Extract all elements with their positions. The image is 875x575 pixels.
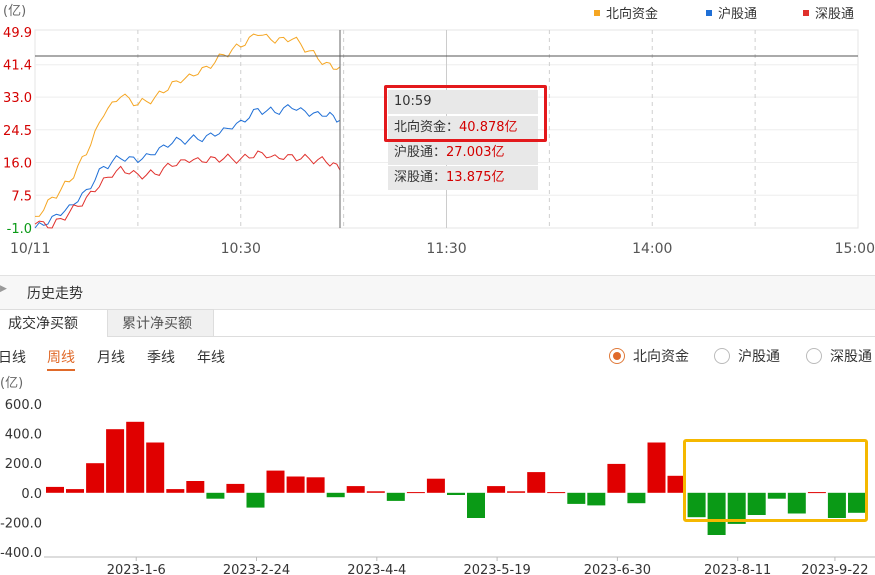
series-line-northbound xyxy=(34,33,341,217)
bar[interactable] xyxy=(507,491,526,493)
y-tick-label: -1.0 xyxy=(7,222,32,237)
bar[interactable] xyxy=(607,463,626,493)
period-weekly[interactable]: 周线 xyxy=(47,347,75,371)
radio-label: 北向资金 xyxy=(633,349,689,365)
bar[interactable] xyxy=(386,492,405,501)
period-daily[interactable]: 日线 xyxy=(0,347,26,367)
legend-label: 北向资金 xyxy=(606,7,659,22)
bar[interactable] xyxy=(567,492,586,504)
bar-y-tick-label: -200.0 xyxy=(0,516,42,531)
bar-x-tick-label: 2023-6-30 xyxy=(584,563,651,575)
bar[interactable] xyxy=(326,492,345,498)
radio-selected-icon xyxy=(609,348,625,364)
bar-y-tick-label: -400.0 xyxy=(0,546,42,561)
y-tick-label: 16.0 xyxy=(3,157,32,172)
collapse-arrow-icon[interactable]: ▶ xyxy=(0,284,7,294)
bar[interactable] xyxy=(66,489,84,493)
radio-icon xyxy=(806,348,822,364)
highlight-box-red xyxy=(384,85,547,142)
legend-northbound[interactable]: 北向资金 xyxy=(594,3,658,22)
bar-y-tick-label: 600.0 xyxy=(5,398,42,413)
tooltip-row-shanghai: 沪股通：27.003亿 xyxy=(388,141,538,165)
bar[interactable] xyxy=(426,478,445,493)
bar-x-tick-label: 2023-5-19 xyxy=(463,563,530,575)
legend-label: 深股通 xyxy=(815,7,855,22)
radio-shenzhen[interactable]: 深股通 xyxy=(806,346,872,366)
x-tick-label: 10/11 xyxy=(10,241,50,257)
legend-swatch-icon xyxy=(594,9,600,16)
y-tick-label: 33.0 xyxy=(3,91,32,106)
radio-shanghai[interactable]: 沪股通 xyxy=(714,346,780,366)
bar[interactable] xyxy=(467,492,485,518)
bar[interactable] xyxy=(647,442,666,493)
legend-label: 沪股通 xyxy=(718,7,758,22)
bar[interactable] xyxy=(447,492,465,495)
section-title: 历史走势 xyxy=(27,286,83,302)
bar-x-tick-label: 2023-8-11 xyxy=(704,563,771,575)
bar[interactable] xyxy=(126,421,145,493)
bar-x-tick-label: 2023-9-22 xyxy=(801,563,868,575)
bar[interactable] xyxy=(146,442,165,493)
y-unit-label: (亿) xyxy=(3,4,26,19)
bar[interactable] xyxy=(547,492,566,494)
bar[interactable] xyxy=(286,476,305,493)
bar[interactable] xyxy=(86,463,105,493)
period-monthly[interactable]: 月线 xyxy=(97,347,125,367)
series-line-shanghai xyxy=(34,104,341,229)
bar-y-tick-label: 400.0 xyxy=(5,428,42,443)
tab-cumulative-net-buy[interactable]: 累计净买额 xyxy=(108,309,214,337)
x-tick-label: 14:00 xyxy=(632,241,672,257)
radio-icon xyxy=(714,348,730,364)
bar-y-tick-label: 200.0 xyxy=(5,457,42,472)
bar[interactable] xyxy=(166,489,185,493)
bar[interactable] xyxy=(527,472,546,493)
radio-label: 深股通 xyxy=(830,349,872,365)
y-tick-label: 41.4 xyxy=(3,59,32,74)
bar[interactable] xyxy=(226,483,245,493)
bar[interactable] xyxy=(106,429,125,493)
bar-x-tick-label: 2023-4-4 xyxy=(347,563,406,575)
bar[interactable] xyxy=(266,470,285,493)
bar[interactable] xyxy=(46,486,64,493)
bar[interactable] xyxy=(487,486,506,493)
bar[interactable] xyxy=(406,492,425,494)
bar[interactable] xyxy=(587,492,606,506)
bar[interactable] xyxy=(346,486,365,493)
y-tick-label: 7.5 xyxy=(11,189,32,204)
period-quarterly[interactable]: 季线 xyxy=(147,347,175,367)
bar[interactable] xyxy=(206,492,225,499)
highlight-box-yellow xyxy=(683,439,868,522)
bar-unit-label: (亿) xyxy=(0,376,23,391)
x-tick-label: 11:30 xyxy=(426,241,466,257)
bar[interactable] xyxy=(306,477,325,493)
radio-northbound[interactable]: 北向资金 xyxy=(609,346,689,366)
bar[interactable] xyxy=(246,492,265,508)
bar-x-tick-label: 2023-2-24 xyxy=(223,563,290,575)
tooltip-row-shenzhen: 深股通：13.875亿 xyxy=(388,166,538,190)
bar[interactable] xyxy=(186,481,205,493)
x-tick-label: 15:00 xyxy=(835,241,875,257)
period-yearly[interactable]: 年线 xyxy=(197,347,225,367)
legend-shanghai[interactable]: 沪股通 xyxy=(706,3,757,22)
bar[interactable] xyxy=(366,491,385,493)
bar-x-tick-label: 2023-1-6 xyxy=(107,563,166,575)
bar[interactable] xyxy=(627,492,646,504)
y-tick-label: 49.9 xyxy=(3,26,32,41)
tab-net-buy[interactable]: 成交净买额 xyxy=(0,309,108,337)
legend-shenzhen[interactable]: 深股通 xyxy=(803,3,854,22)
tab-label: 累计净买额 xyxy=(122,316,192,332)
tab-divider xyxy=(214,336,875,337)
bar-y-tick-label: 0.0 xyxy=(21,487,42,502)
legend-swatch-icon xyxy=(803,9,809,16)
tab-label: 成交净买额 xyxy=(8,316,78,332)
history-section-header[interactable]: ▶ 历史走势 xyxy=(0,275,875,310)
y-tick-label: 24.5 xyxy=(3,124,32,139)
legend-swatch-icon xyxy=(706,9,712,16)
radio-label: 沪股通 xyxy=(738,349,780,365)
x-tick-label: 10:30 xyxy=(221,241,261,257)
